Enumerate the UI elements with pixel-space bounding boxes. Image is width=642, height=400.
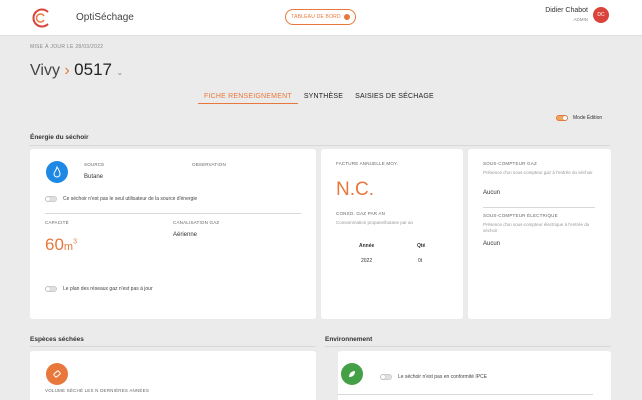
dashboard-button[interactable]: TABLEAU DE BORD [285, 9, 356, 25]
edit-mode-label: Mode Édition [573, 115, 603, 121]
invoice-label: FACTURE ANNUELLE MOY. [336, 161, 399, 166]
app-name: OptiSéchage [76, 12, 134, 23]
observation-label: OBSERVATION [192, 162, 226, 167]
energy-section-title: Énergie du séchoir [30, 134, 89, 141]
capacity-value: 60m3 [45, 235, 77, 255]
environment-card: Le séchoir n'est pas en conformité IPCE [338, 351, 611, 400]
network-plan-label: Le plan des réseaux gaz n'est pas à jour [63, 286, 153, 292]
ipce-toggle[interactable] [380, 374, 392, 380]
dashboard-button-label: TABLEAU DE BORD [291, 14, 341, 20]
chevron-down-icon[interactable]: ⌄ [116, 68, 123, 77]
flame-icon [46, 161, 68, 183]
sole-user-label: Ce séchoir n'est pas le seul utilisateur… [63, 196, 198, 202]
gas-meter-value: Aucun [483, 190, 501, 196]
year-column-header: Année [359, 243, 375, 249]
elec-meter-hint: Présence d'un sous-compteur électrique à… [483, 222, 590, 233]
last-update-date: MISE À JOUR LE 28/03/2022 [30, 44, 104, 50]
canalisation-value: Aérienne [173, 232, 198, 238]
log-icon [46, 363, 68, 385]
dashboard-icon [343, 14, 350, 20]
tab-synthese[interactable]: SYNTHÈSE [298, 92, 349, 102]
source-label: SOURCE [84, 162, 105, 167]
invoice-value: N.C. [336, 179, 374, 200]
capacity-unit-exponent: 3 [73, 238, 77, 246]
table-cell-year: 2022 [361, 258, 373, 264]
conso-label: CONSO. GAZ PAR AN [336, 211, 386, 216]
tab-saisies-sechage[interactable]: SAISIES DE SÉCHAGE [349, 92, 440, 102]
elec-meter-label: SOUS-COMPTEUR ÉLECTRIQUE [483, 213, 558, 218]
user-avatar[interactable]: DC [593, 7, 609, 23]
elec-meter-value: Aucun [483, 241, 501, 247]
site-name: Vivy [30, 62, 60, 79]
tab-bar: FICHE RENSEIGNEMENT SYNTHÈSE SAISIES DE … [198, 92, 440, 104]
breadcrumb-separator: › [64, 62, 70, 79]
top-bar: OptiSéchage TABLEAU DE BORD Didier Chabo… [0, 0, 642, 36]
divider [338, 394, 593, 395]
divider [325, 346, 611, 347]
divider [30, 346, 316, 347]
ipce-label: Le séchoir n'est pas en conformité IPCE [398, 374, 488, 380]
species-card: VOLUME SÉCHÉ LES N DERNIÈRES ANNÉES [30, 351, 316, 400]
environment-section-title: Environnement [325, 336, 373, 343]
capacity-number: 60 [45, 235, 64, 254]
gas-meter-label: SOUS-COMPTEUR GAZ [483, 161, 537, 166]
divider [30, 145, 610, 146]
invoice-card: FACTURE ANNUELLE MOY. N.C. CONSO. GAZ PA… [321, 149, 463, 319]
conso-hint: Consommation propane/butane par an [336, 220, 414, 225]
divider [483, 207, 595, 208]
canalisation-label: CANALISATION GAZ [173, 220, 220, 225]
volume-label: VOLUME SÉCHÉ LES N DERNIÈRES ANNÉES [45, 388, 150, 393]
gas-meter-hint: Présence d'un sous-compteur gaz à l'entr… [483, 170, 593, 175]
user-name[interactable]: Didier Chabot [545, 7, 588, 14]
dryer-number: 0517 [74, 60, 112, 79]
divider [45, 213, 301, 214]
meters-card: SOUS-COMPTEUR GAZ Présence d'un sous-com… [468, 149, 611, 319]
energy-source-card: SOURCE Butane OBSERVATION Ce séchoir n'e… [30, 149, 316, 319]
tab-fiche-renseignement[interactable]: FICHE RENSEIGNEMENT [198, 92, 298, 104]
capacity-unit: m [63, 241, 74, 253]
user-role: ADMIN [573, 17, 589, 22]
optisechage-logo[interactable] [30, 8, 54, 28]
table-cell-qty: 0t [418, 258, 423, 264]
sole-user-toggle[interactable] [45, 196, 57, 202]
capacity-label: CAPACITÉ [45, 220, 69, 225]
leaf-icon [341, 363, 363, 385]
edit-mode-toggle[interactable] [556, 115, 568, 121]
source-value: Butane [84, 174, 104, 180]
qty-column-header: Qté [417, 243, 426, 249]
network-plan-toggle[interactable] [45, 286, 57, 292]
species-section-title: Espèces séchées [30, 336, 84, 343]
page-title: Vivy › 0517 ⌄ [30, 60, 123, 80]
